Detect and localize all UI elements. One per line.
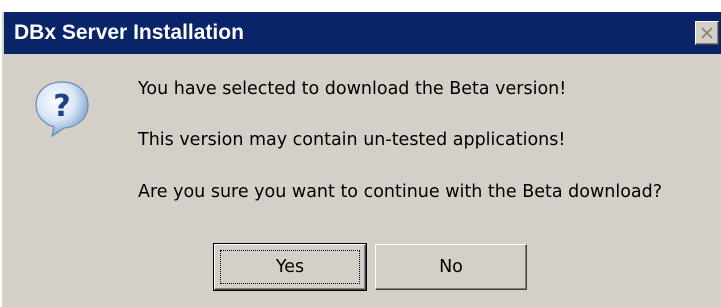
title-bar[interactable]: DBx Server Installation: [4, 12, 721, 54]
dialog-window: DBx Server Installation ? You have selec…: [0, 12, 721, 307]
svg-text:?: ?: [53, 89, 70, 124]
message-line: This version may contain un-tested appli…: [138, 130, 566, 150]
message-line: You have selected to download the Beta v…: [138, 79, 567, 99]
window-title: DBx Server Installation: [14, 21, 244, 44]
yes-button[interactable]: Yes: [213, 243, 367, 291]
close-icon: [701, 27, 713, 39]
no-button[interactable]: No: [375, 244, 527, 290]
close-button[interactable]: [695, 21, 719, 45]
message-line: Are you sure you want to continue with t…: [138, 182, 663, 202]
question-icon: ?: [32, 78, 92, 138]
